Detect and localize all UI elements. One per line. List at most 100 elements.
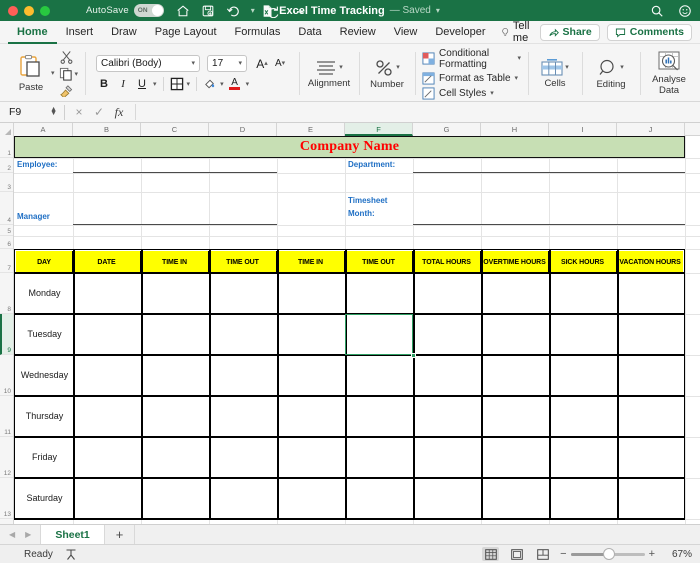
number-button[interactable]: ▾ Number bbox=[366, 58, 408, 90]
number-chevron-down-icon[interactable]: ▾ bbox=[396, 64, 400, 71]
tab-page-layout[interactable]: Page Layout bbox=[146, 21, 226, 44]
row-header-5[interactable]: 5 bbox=[0, 225, 13, 236]
tell-me-button[interactable]: Tell me bbox=[495, 20, 540, 44]
next-sheet-button[interactable]: ▶ bbox=[25, 530, 31, 539]
font-color-chevron-down-icon[interactable]: ▾ bbox=[246, 81, 250, 88]
home-icon[interactable] bbox=[176, 4, 190, 18]
document-chevron-down-icon[interactable]: ▾ bbox=[436, 6, 440, 15]
row-header-2[interactable]: 2 bbox=[0, 158, 13, 173]
borders-chevron-down-icon[interactable]: ▾ bbox=[187, 81, 191, 88]
tab-developer[interactable]: Developer bbox=[426, 21, 494, 44]
sheet-nav-arrows[interactable]: ◀ ▶ bbox=[0, 525, 40, 544]
paste-button[interactable]: Paste bbox=[11, 54, 51, 93]
row-header-14[interactable]: 14 bbox=[0, 519, 13, 524]
table-row-monday[interactable]: Monday bbox=[16, 273, 73, 313]
fill-color-icon[interactable] bbox=[203, 77, 217, 91]
previous-sheet-button[interactable]: ◀ bbox=[9, 530, 15, 539]
column-header-g[interactable]: G bbox=[413, 123, 481, 136]
cell-styles-chevron-down-icon[interactable]: ▾ bbox=[490, 90, 494, 97]
conditional-formatting-button[interactable]: Conditional Formatting ▾ bbox=[422, 48, 521, 70]
underline-button[interactable]: U bbox=[134, 76, 150, 92]
page-break-view-button[interactable] bbox=[534, 547, 551, 561]
autosave-toggle[interactable]: ON bbox=[134, 4, 164, 17]
tab-draw[interactable]: Draw bbox=[102, 21, 146, 44]
row-header-10[interactable]: 10 bbox=[0, 355, 13, 396]
row-header-11[interactable]: 11 bbox=[0, 396, 13, 437]
format-as-table-button[interactable]: Format as Table ▾ bbox=[422, 72, 521, 85]
table-row-friday[interactable]: Friday bbox=[16, 437, 73, 477]
comments-button[interactable]: Comments bbox=[607, 24, 692, 41]
bold-button[interactable]: B bbox=[96, 76, 112, 92]
cell-styles-button[interactable]: Cell Styles ▾ bbox=[422, 87, 521, 100]
column-header-h[interactable]: H bbox=[481, 123, 549, 136]
editing-button[interactable]: ▾ Editing bbox=[589, 58, 633, 90]
insert-function-button[interactable]: fx bbox=[109, 105, 129, 120]
confirm-edit-button[interactable]: ✓ bbox=[89, 105, 109, 119]
analyse-data-button[interactable]: Analyse Data bbox=[647, 51, 691, 96]
paste-chevron-down-icon[interactable]: ▾ bbox=[51, 70, 55, 77]
fill-color-chevron-down-icon[interactable]: ▾ bbox=[220, 81, 224, 88]
table-row-sunday[interactable]: Sunday bbox=[16, 519, 73, 524]
table-row-wednesday[interactable]: Wednesday bbox=[16, 355, 73, 395]
zoom-knob[interactable] bbox=[603, 548, 615, 560]
column-header-c[interactable]: C bbox=[141, 123, 209, 136]
column-header-d[interactable]: D bbox=[209, 123, 277, 136]
format-painter-icon[interactable] bbox=[59, 84, 74, 97]
grow-font-button[interactable]: A▴ bbox=[254, 56, 270, 72]
zoom-out-button[interactable]: − bbox=[560, 548, 566, 560]
borders-icon[interactable] bbox=[170, 77, 184, 91]
share-button[interactable]: Share bbox=[540, 24, 600, 41]
cells-button[interactable]: ▾ Cells bbox=[535, 58, 575, 89]
table-row-thursday[interactable]: Thursday bbox=[16, 396, 73, 436]
font-name-chevron-down-icon[interactable]: ▾ bbox=[192, 60, 196, 67]
sheet-tab-sheet1[interactable]: Sheet1 bbox=[40, 525, 104, 544]
zoom-track[interactable] bbox=[571, 553, 645, 556]
name-box-stepper[interactable]: ▲▼ bbox=[50, 108, 57, 116]
row-header-8[interactable]: 8 bbox=[0, 273, 13, 314]
formula-input[interactable] bbox=[135, 104, 700, 120]
format-as-table-chevron-down-icon[interactable]: ▾ bbox=[515, 75, 519, 82]
row-header-4[interactable]: 4 bbox=[0, 192, 13, 225]
zoom-level-label[interactable]: 67% bbox=[664, 549, 692, 560]
save-icon[interactable] bbox=[201, 4, 215, 18]
smiley-icon[interactable] bbox=[678, 4, 692, 18]
font-size-chevron-down-icon[interactable]: ▾ bbox=[239, 60, 243, 67]
tab-review[interactable]: Review bbox=[331, 21, 385, 44]
zoom-in-button[interactable]: + bbox=[649, 548, 655, 560]
maximize-window-button[interactable] bbox=[40, 6, 50, 16]
italic-button[interactable]: I bbox=[115, 76, 131, 92]
font-name-select[interactable]: Calibri (Body) ▾ bbox=[96, 55, 200, 72]
tab-formulas[interactable]: Formulas bbox=[226, 21, 290, 44]
tab-data[interactable]: Data bbox=[289, 21, 330, 44]
titlebar-right-tools[interactable] bbox=[650, 4, 692, 18]
font-color-button[interactable]: A bbox=[227, 76, 243, 92]
shrink-font-button[interactable]: A▾ bbox=[272, 56, 288, 72]
column-header-b[interactable]: B bbox=[73, 123, 141, 136]
autosave-control[interactable]: AutoSave ON bbox=[86, 4, 164, 17]
row-header-6[interactable]: 6 bbox=[0, 236, 13, 249]
copy-icon[interactable] bbox=[59, 67, 73, 81]
row-header-7[interactable]: 7 bbox=[0, 249, 13, 273]
undo-icon[interactable] bbox=[226, 4, 240, 18]
tab-insert[interactable]: Insert bbox=[57, 21, 103, 44]
row-header-1[interactable]: 1 bbox=[0, 136, 13, 158]
column-header-a[interactable]: A bbox=[14, 123, 73, 136]
cancel-edit-button[interactable]: × bbox=[69, 105, 89, 119]
conditional-formatting-chevron-down-icon[interactable]: ▾ bbox=[517, 55, 521, 62]
column-header-j[interactable]: J bbox=[617, 123, 685, 136]
table-row-saturday[interactable]: Saturday bbox=[16, 478, 73, 518]
add-sheet-button[interactable]: + bbox=[105, 525, 135, 544]
copy-control[interactable]: ▾ bbox=[59, 67, 79, 81]
window-controls[interactable] bbox=[8, 6, 50, 16]
underline-chevron-down-icon[interactable]: ▾ bbox=[153, 81, 157, 88]
search-icon[interactable] bbox=[650, 4, 664, 18]
document-title-area[interactable]: Excel Time Tracking — Saved ▾ bbox=[260, 4, 440, 18]
minimize-window-button[interactable] bbox=[24, 6, 34, 16]
cells-chevron-down-icon[interactable]: ▾ bbox=[565, 64, 569, 71]
column-header-e[interactable]: E bbox=[277, 123, 345, 136]
tab-view[interactable]: View bbox=[385, 21, 427, 44]
tab-home[interactable]: Home bbox=[8, 21, 57, 44]
column-header-f[interactable]: F bbox=[345, 123, 413, 136]
table-row-tuesday[interactable]: Tuesday bbox=[16, 314, 73, 354]
copy-chevron-down-icon[interactable]: ▾ bbox=[75, 71, 79, 78]
